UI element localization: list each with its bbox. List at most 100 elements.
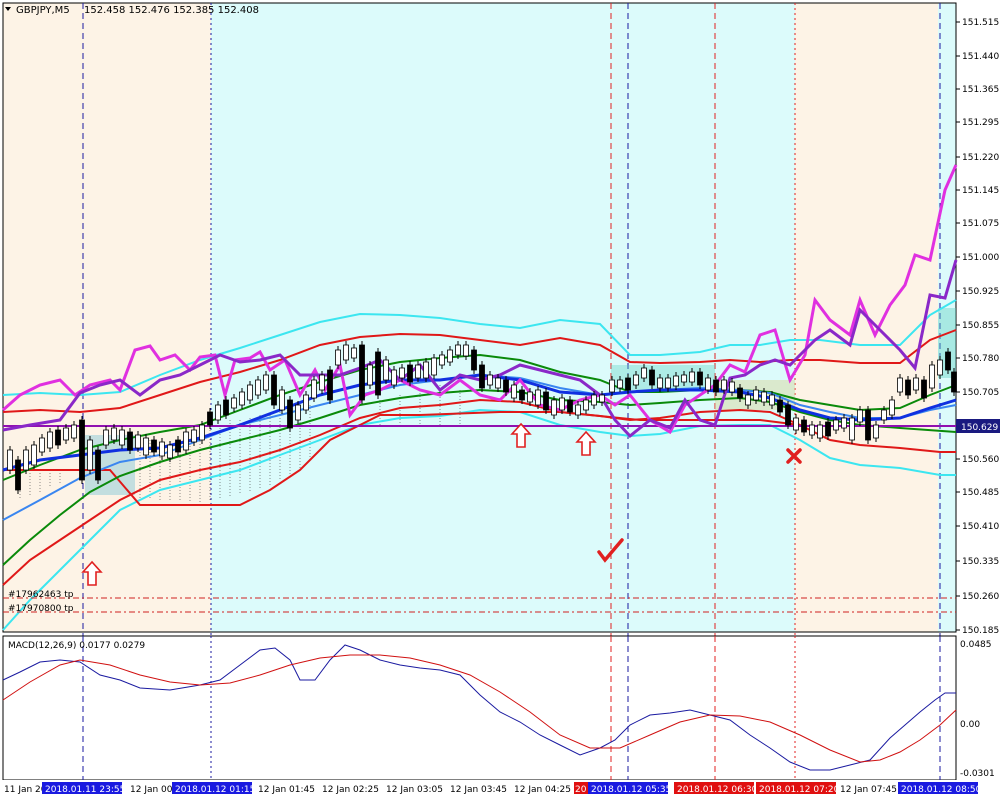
candle-body (407, 364, 413, 383)
candle-body (391, 369, 397, 386)
symbol-label: GBPJPY,M5 (16, 5, 70, 16)
candle-body (681, 374, 687, 383)
candle-body (551, 399, 557, 416)
candle-body (865, 409, 871, 441)
candle-body (215, 404, 221, 421)
candle-body (745, 394, 751, 406)
candle-body (199, 424, 205, 441)
candle-body (271, 374, 277, 406)
candle-body (159, 441, 165, 457)
price-tick-label: 151.440 (962, 52, 999, 62)
candle-body (415, 364, 421, 379)
candle-body (543, 391, 549, 411)
candle-body (705, 377, 711, 391)
candle-body (841, 417, 847, 429)
candle-body (673, 375, 679, 387)
svg-text:2018.01.12 01:15: 2018.01.12 01:15 (175, 785, 255, 795)
macd-panel (2, 635, 957, 781)
ohlc-values: 152.458 152.476 152.385 152.408 (84, 5, 259, 16)
candle-body (383, 359, 389, 381)
price-tick-label: 151.365 (962, 85, 999, 95)
candle-body (463, 344, 469, 357)
candle-body (881, 409, 887, 421)
candle-body (591, 394, 597, 406)
price-tick-label: 150.185 (962, 626, 999, 636)
candle-body (327, 369, 333, 401)
candle-body (937, 359, 943, 376)
candle-body (447, 349, 453, 363)
candle-body (737, 387, 743, 399)
candle-body (689, 371, 695, 383)
chart-header: GBPJPY,M5 152.458 152.476 152.385 152.40… (5, 5, 259, 16)
candle-body (649, 369, 655, 386)
candle-body (175, 439, 181, 453)
candle-body (721, 379, 727, 391)
candle-body (31, 444, 37, 466)
candle-body (455, 344, 461, 356)
candle-body (801, 419, 807, 433)
candle-body (583, 399, 589, 411)
candle-body (15, 459, 21, 491)
candle-body (753, 389, 759, 401)
svg-text:2018.01.12 05:35: 2018.01.12 05:35 (591, 785, 671, 795)
price-tick-label: 150.335 (962, 557, 999, 567)
price-tick-label: 150.410 (962, 522, 999, 532)
candle-body (785, 404, 791, 426)
candle-body (55, 429, 61, 446)
candle-body (503, 379, 509, 393)
candle-body (231, 397, 237, 409)
price-tick-label: 151.145 (962, 186, 999, 196)
candle-body (599, 394, 605, 403)
candle-body (777, 399, 783, 413)
candle-body (905, 379, 911, 396)
candle-body (495, 377, 501, 389)
candle-body (945, 351, 951, 371)
candle-body (23, 449, 29, 471)
macd-axis-top: 0.0485 (960, 640, 992, 650)
macd-label: MACD(12,26,9) 0.0177 0.0279 (8, 641, 145, 651)
candle-body (63, 427, 69, 441)
candle-body (793, 417, 799, 431)
candle-body (151, 439, 157, 453)
candle-body (127, 431, 133, 451)
macd-axis-bottom: -0.0301 (960, 769, 995, 779)
candle-body (921, 379, 927, 399)
candle-body (119, 429, 125, 446)
candle-body (559, 397, 565, 411)
candle-body (183, 431, 189, 451)
candle-body (609, 379, 615, 393)
candle-body (713, 379, 719, 393)
candle-body (223, 399, 229, 416)
candle-body (897, 377, 903, 393)
candle-body (889, 399, 895, 416)
svg-text:2018.01.12 06:30: 2018.01.12 06:30 (677, 785, 758, 795)
candle-body (633, 374, 639, 386)
candle-body (79, 419, 85, 481)
candle-body (625, 377, 631, 391)
svg-text:11 Jan 20: 11 Jan 20 (4, 785, 47, 795)
time-axis: 11 Jan 20 2018.01.11 23:55 12 Jan 00 201… (0, 780, 1000, 800)
candle-body (247, 384, 253, 401)
svg-text:12 Jan 02:25: 12 Jan 02:25 (322, 785, 379, 795)
chart-window[interactable]: GBPJPY,M5 152.458 152.476 152.385 152.40… (0, 0, 1000, 800)
candle-body (191, 429, 197, 443)
price-tick-label: 150.925 (962, 287, 999, 297)
candle-body (929, 364, 935, 389)
candle-body (567, 399, 573, 413)
candle-body (849, 417, 855, 441)
candle-body (951, 371, 957, 393)
svg-text:12 Jan 03:45: 12 Jan 03:45 (450, 785, 507, 795)
tp-label-2: #17970800 tp (8, 604, 74, 614)
candle-body (487, 374, 493, 386)
candle-body (143, 437, 149, 456)
candle-body (263, 374, 269, 391)
price-tick-label: 151.000 (962, 253, 999, 263)
price-tick-label: 150.560 (962, 455, 999, 465)
svg-text:2018.01.12 07:20: 2018.01.12 07:20 (759, 785, 840, 795)
price-tick-label: 151.295 (962, 118, 999, 128)
price-tick-label: 151.075 (962, 219, 999, 229)
svg-text:12 Jan 00: 12 Jan 00 (130, 785, 173, 795)
candle-body (873, 424, 879, 439)
candle-body (535, 389, 541, 406)
candle-body (295, 404, 301, 421)
